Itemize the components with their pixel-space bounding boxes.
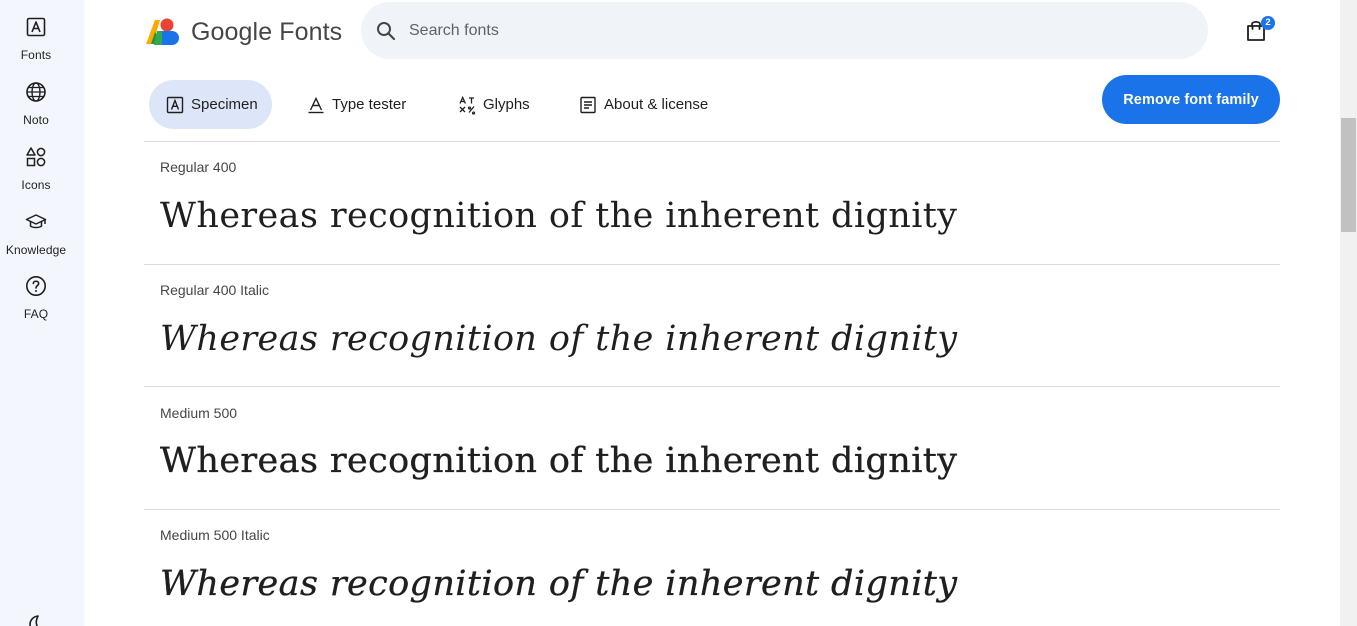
globe-icon [26, 82, 46, 102]
tab-label: Type tester [332, 96, 407, 113]
style-label: Medium 500 Italic [160, 527, 270, 543]
rail-item-noto[interactable]: Noto [0, 80, 72, 127]
rail-item-label: Fonts [20, 48, 52, 62]
specimen-icon [166, 96, 184, 113]
tab-type-tester[interactable]: Type tester [306, 80, 406, 129]
tab-glyphs[interactable]: Glyphs [457, 80, 530, 129]
tab-about-license[interactable]: About & license [578, 80, 708, 129]
type-tester-icon [308, 96, 324, 113]
rail-item-icons[interactable]: Icons [0, 145, 72, 192]
article-icon [580, 96, 596, 113]
moon-icon[interactable] [24, 612, 48, 626]
logo-text: Google Fonts [191, 17, 343, 46]
tab-label: Specimen [191, 96, 258, 113]
remove-font-family-button[interactable]: Remove font family [1102, 75, 1280, 124]
rail-item-label: FAQ [23, 307, 49, 321]
navigation-rail: Fonts Noto Icons Knowledge FAQ [0, 0, 84, 626]
tab-specimen[interactable]: Specimen [149, 80, 272, 129]
divider [144, 509, 1280, 510]
style-specimen-text[interactable]: Whereas recognition of the inherent dign… [160, 319, 957, 359]
rail-item-label: Knowledge [5, 243, 67, 257]
style-specimen-text[interactable]: Whereas recognition of the inherent dign… [160, 196, 957, 236]
tab-label: Glyphs [483, 96, 530, 113]
style-label: Regular 400 Italic [160, 282, 269, 298]
divider [144, 386, 1280, 387]
search-bar[interactable] [361, 2, 1208, 59]
rail-item-faq[interactable]: FAQ [0, 274, 72, 321]
glyphs-icon [459, 95, 476, 115]
scrollbar-track[interactable] [1340, 0, 1357, 626]
tab-label: About & license [604, 96, 709, 113]
scrollbar-thumb[interactable] [1341, 118, 1356, 232]
help-circle-icon [26, 276, 46, 296]
style-label: Medium 500 [160, 405, 238, 421]
graduation-cap-icon [25, 214, 47, 229]
style-specimen-text[interactable]: Whereas recognition of the inherent dign… [160, 441, 957, 481]
rail-item-label: Icons [21, 178, 51, 192]
divider [144, 141, 1280, 142]
divider [144, 264, 1280, 265]
rail-item-knowledge[interactable]: Knowledge [0, 210, 72, 257]
style-label: Regular 400 [160, 159, 237, 175]
bag-count-badge: 2 [1261, 16, 1275, 30]
google-fonts-logo[interactable]: Google Fonts [145, 16, 342, 48]
rail-item-label: Noto [23, 113, 49, 127]
google-fonts-logo-icon [146, 18, 179, 45]
fonts-icon [26, 17, 46, 37]
style-specimen-text[interactable]: Whereas recognition of the inherent dign… [160, 564, 957, 604]
search-icon [377, 21, 396, 40]
rail-item-fonts[interactable]: Fonts [0, 15, 72, 62]
search-input[interactable] [409, 21, 1109, 40]
shapes-icon [26, 147, 46, 167]
